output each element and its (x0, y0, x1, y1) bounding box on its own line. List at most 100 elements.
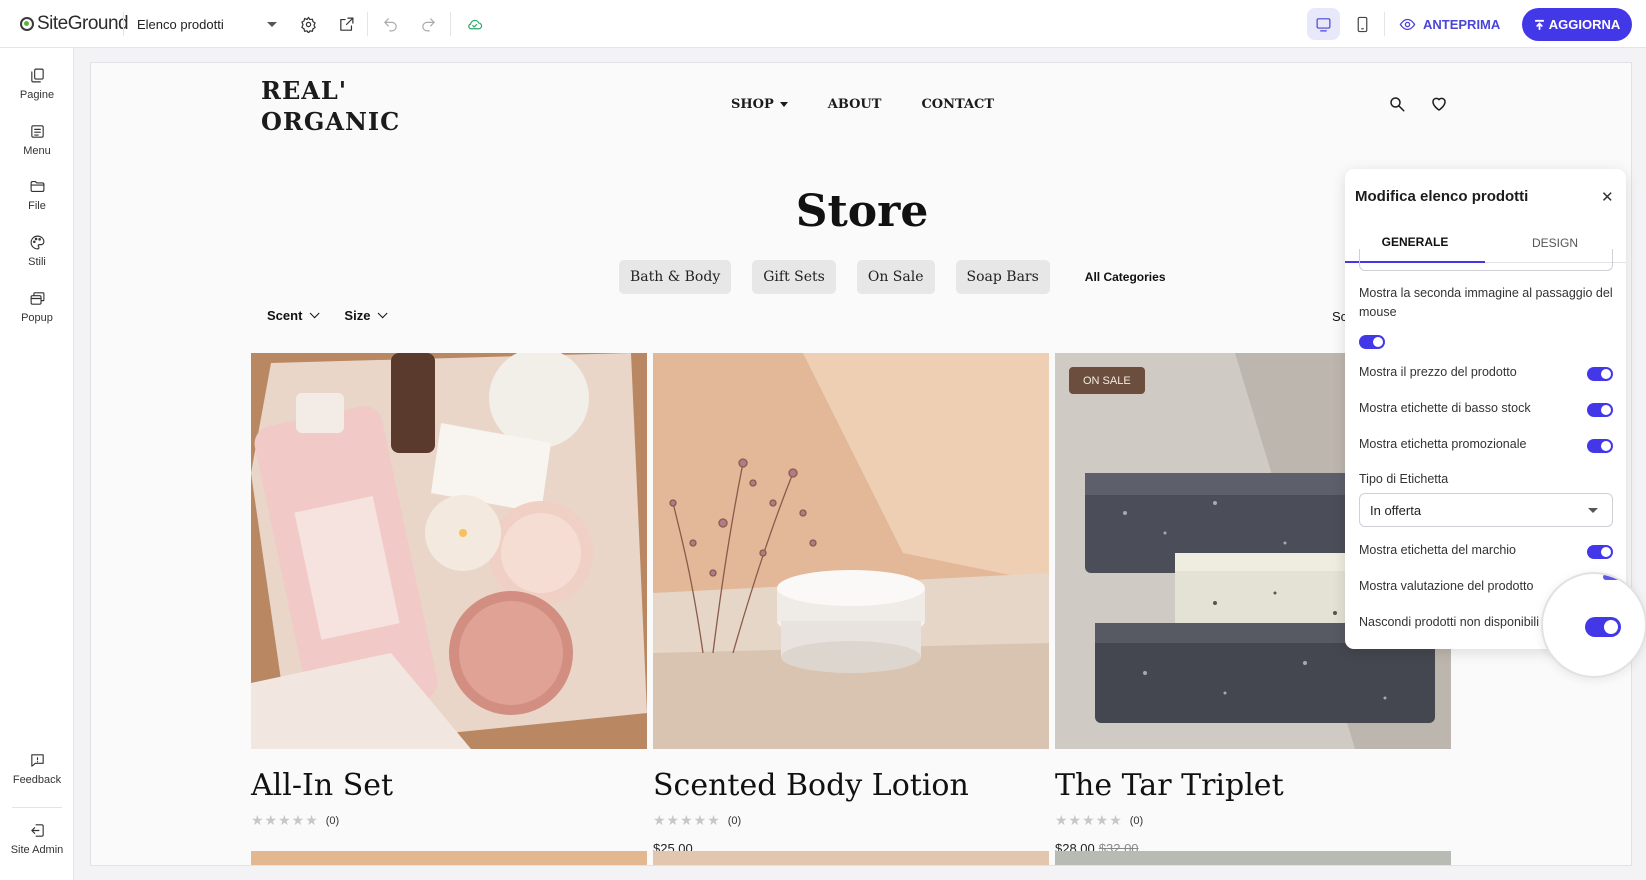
input-field[interactable] (1359, 249, 1613, 271)
label-type-value: In offerta (1370, 502, 1422, 518)
desktop-icon (1316, 17, 1331, 31)
site-nav: SHOP ABOUT CONTACT (731, 97, 994, 112)
product-card[interactable]: All-In Set ★★★★★ (0) (251, 353, 647, 829)
nav-about[interactable]: ABOUT (828, 97, 882, 112)
category-chip[interactable]: Soap Bars (955, 260, 1050, 294)
cloud-icon[interactable] (464, 14, 484, 34)
sidebar-item-label: Pagine (19, 89, 55, 101)
caret-down-icon (267, 21, 277, 27)
product-name[interactable]: The Tar Triplet (1055, 768, 1451, 803)
redo-icon[interactable] (418, 14, 438, 34)
star-rating-icons: ★★★★★ (653, 812, 721, 828)
search-icon[interactable] (1388, 95, 1406, 113)
settings-icon[interactable] (298, 14, 318, 34)
sidebar-item-menu[interactable]: Menu (0, 123, 74, 173)
sidebar-item-pages[interactable]: Pagine (0, 67, 74, 117)
category-filter: Bath & Body Gift Sets On Sale Soap Bars … (619, 260, 1166, 294)
siteground-logo-icon (20, 17, 34, 31)
desktop-view-button[interactable] (1307, 8, 1340, 40)
sidebar-divider (12, 807, 62, 808)
product-name[interactable]: Scented Body Lotion (653, 768, 1049, 803)
option-label: Mostra etichetta promozionale (1359, 437, 1527, 451)
product-rating: ★★★★★ (0) (1055, 812, 1451, 829)
sidebar-item-label: Popup (21, 312, 53, 324)
option-label: Mostra etichetta del marchio (1359, 543, 1517, 557)
category-chip[interactable]: Bath & Body (619, 260, 732, 294)
product-image[interactable] (653, 353, 1049, 749)
sidebar-item-site-admin[interactable]: Site Admin (0, 822, 74, 872)
mobile-view-button[interactable] (1346, 8, 1379, 40)
star-rating-icons: ★★★★★ (1055, 812, 1123, 828)
update-label: AGGIORNA (1548, 17, 1621, 32)
page-selector[interactable]: Elenco prodotti (137, 12, 277, 36)
all-categories-link[interactable]: All Categories (1085, 270, 1166, 284)
nav-label: SHOP (731, 97, 774, 112)
option-label: Mostra valutazione del prodotto (1359, 579, 1534, 593)
product-image-peek (653, 851, 1049, 865)
divider (123, 12, 124, 36)
toggle-hover-image[interactable] (1359, 335, 1385, 349)
external-link-icon[interactable] (336, 14, 356, 34)
option-label: Mostra etichette di basso stock (1359, 401, 1531, 415)
nav-label: CONTACT (921, 97, 995, 112)
product-card[interactable]: Scented Body Lotion ★★★★★ (0) $25.00 (653, 353, 1049, 856)
feedback-icon (30, 754, 44, 767)
toggle-hide-unavailable[interactable] (1585, 617, 1621, 637)
nav-label: ABOUT (827, 97, 882, 112)
top-toolbar: SiteGround Elenco prodotti ANTEPRIMA AGG… (0, 0, 1646, 48)
product-name[interactable]: All-In Set (251, 768, 647, 803)
sale-badge: ON SALE (1069, 367, 1145, 394)
filter-scent[interactable]: Scent (267, 308, 320, 323)
divider (367, 12, 368, 36)
caret-down-icon (779, 102, 788, 107)
eye-icon (1399, 18, 1416, 30)
sidebar-item-label: File (28, 200, 46, 212)
toggle-show-price[interactable] (1587, 367, 1613, 381)
update-button[interactable]: AGGIORNA (1522, 8, 1632, 41)
site-logo-line: ORGANIC (261, 107, 401, 136)
product-photo-lotion-jar (653, 353, 1049, 749)
sidebar-item-feedback[interactable]: Feedback (0, 752, 74, 802)
sidebar-item-styles[interactable]: Stili (0, 234, 74, 284)
close-icon[interactable]: ✕ (1601, 188, 1614, 206)
divider (1384, 12, 1385, 36)
toggle-brand-label[interactable] (1587, 545, 1613, 559)
filter-label: Scent (267, 308, 303, 323)
nav-shop[interactable]: SHOP (731, 97, 788, 112)
toggle-promo-label[interactable] (1587, 439, 1613, 453)
preview-button[interactable]: ANTEPRIMA (1399, 12, 1500, 36)
label-type-select[interactable]: In offerta (1359, 493, 1613, 527)
heart-icon[interactable] (1430, 95, 1448, 113)
sidebar-item-popup[interactable]: Popup (0, 290, 74, 340)
sidebar-item-label: Menu (23, 145, 51, 157)
site-logo[interactable]: REAL' ORGANIC (261, 75, 400, 137)
chevron-down-icon (310, 308, 320, 319)
preview-label: ANTEPRIMA (1423, 16, 1501, 32)
left-sidebar: Pagine Menu File Stili Popup Feedback Si… (0, 48, 74, 880)
review-count: (0) (325, 814, 340, 827)
upload-icon (1534, 19, 1544, 30)
label-type-label: Tipo di Etichetta (1359, 472, 1449, 486)
review-count: (0) (1129, 814, 1144, 827)
star-rating-icons: ★★★★★ (251, 812, 319, 828)
sidebar-item-label: Stili (28, 256, 46, 268)
sidebar-item-label: Feedback (12, 774, 62, 786)
category-chip[interactable]: On Sale (856, 260, 935, 294)
category-chip[interactable]: Gift Sets (752, 260, 836, 294)
option-label: Mostra il prezzo del prodotto (1359, 365, 1517, 379)
sidebar-item-file[interactable]: File (0, 178, 74, 228)
mobile-icon (1357, 16, 1368, 32)
product-rating: ★★★★★ (0) (251, 812, 647, 829)
filter-size[interactable]: Size (344, 308, 388, 323)
product-image[interactable] (251, 353, 647, 749)
nav-contact[interactable]: CONTACT (921, 97, 994, 112)
filter-label: Size (344, 308, 371, 323)
undo-icon[interactable] (380, 14, 400, 34)
siteground-logo: SiteGround (20, 12, 129, 36)
toggle-rating[interactable] (1603, 574, 1637, 580)
option-label: Mostra la seconda immagine al passaggio … (1359, 286, 1613, 319)
exit-icon (30, 824, 44, 837)
zoom-magnifier (1541, 572, 1646, 678)
toggle-low-stock[interactable] (1587, 403, 1613, 417)
product-image-peek (1055, 851, 1451, 865)
